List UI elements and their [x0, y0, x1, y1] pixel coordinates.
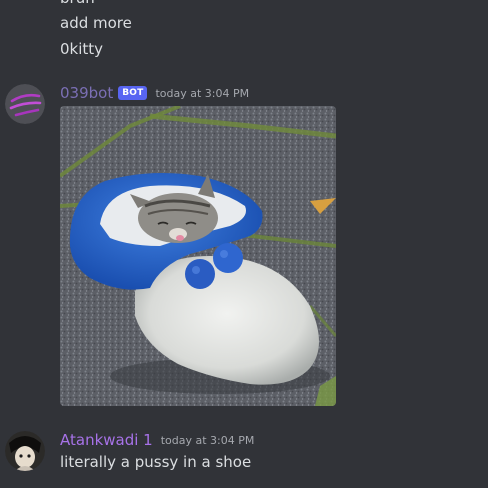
kitten-in-shoe-image[interactable]	[60, 106, 336, 406]
timestamp[interactable]: today at 3:04 PM	[161, 434, 255, 447]
message-header: Atankwadi 1 today at 3:04 PM	[60, 430, 254, 450]
image-content	[60, 106, 336, 406]
timestamp[interactable]: today at 3:04 PM	[155, 87, 249, 100]
avatar[interactable]	[5, 84, 45, 124]
message-header: 039bot BOT today at 3:04 PM	[60, 83, 249, 103]
username-atankwadi[interactable]: Atankwadi 1	[60, 431, 153, 449]
message-text: add more	[60, 14, 132, 32]
avatar[interactable]	[5, 431, 45, 471]
message-text: brun	[60, 0, 95, 8]
user-avatar-icon	[5, 431, 45, 471]
chat-message-list: brun add more 0kitty 039bot BOT today at…	[0, 0, 488, 488]
username-039bot[interactable]: 039bot	[60, 84, 113, 102]
bot-badge: BOT	[118, 86, 148, 100]
message-text: 0kitty	[60, 40, 104, 58]
bot-avatar-icon	[5, 84, 45, 124]
message-text: literally a pussy in a shoe	[60, 453, 252, 471]
